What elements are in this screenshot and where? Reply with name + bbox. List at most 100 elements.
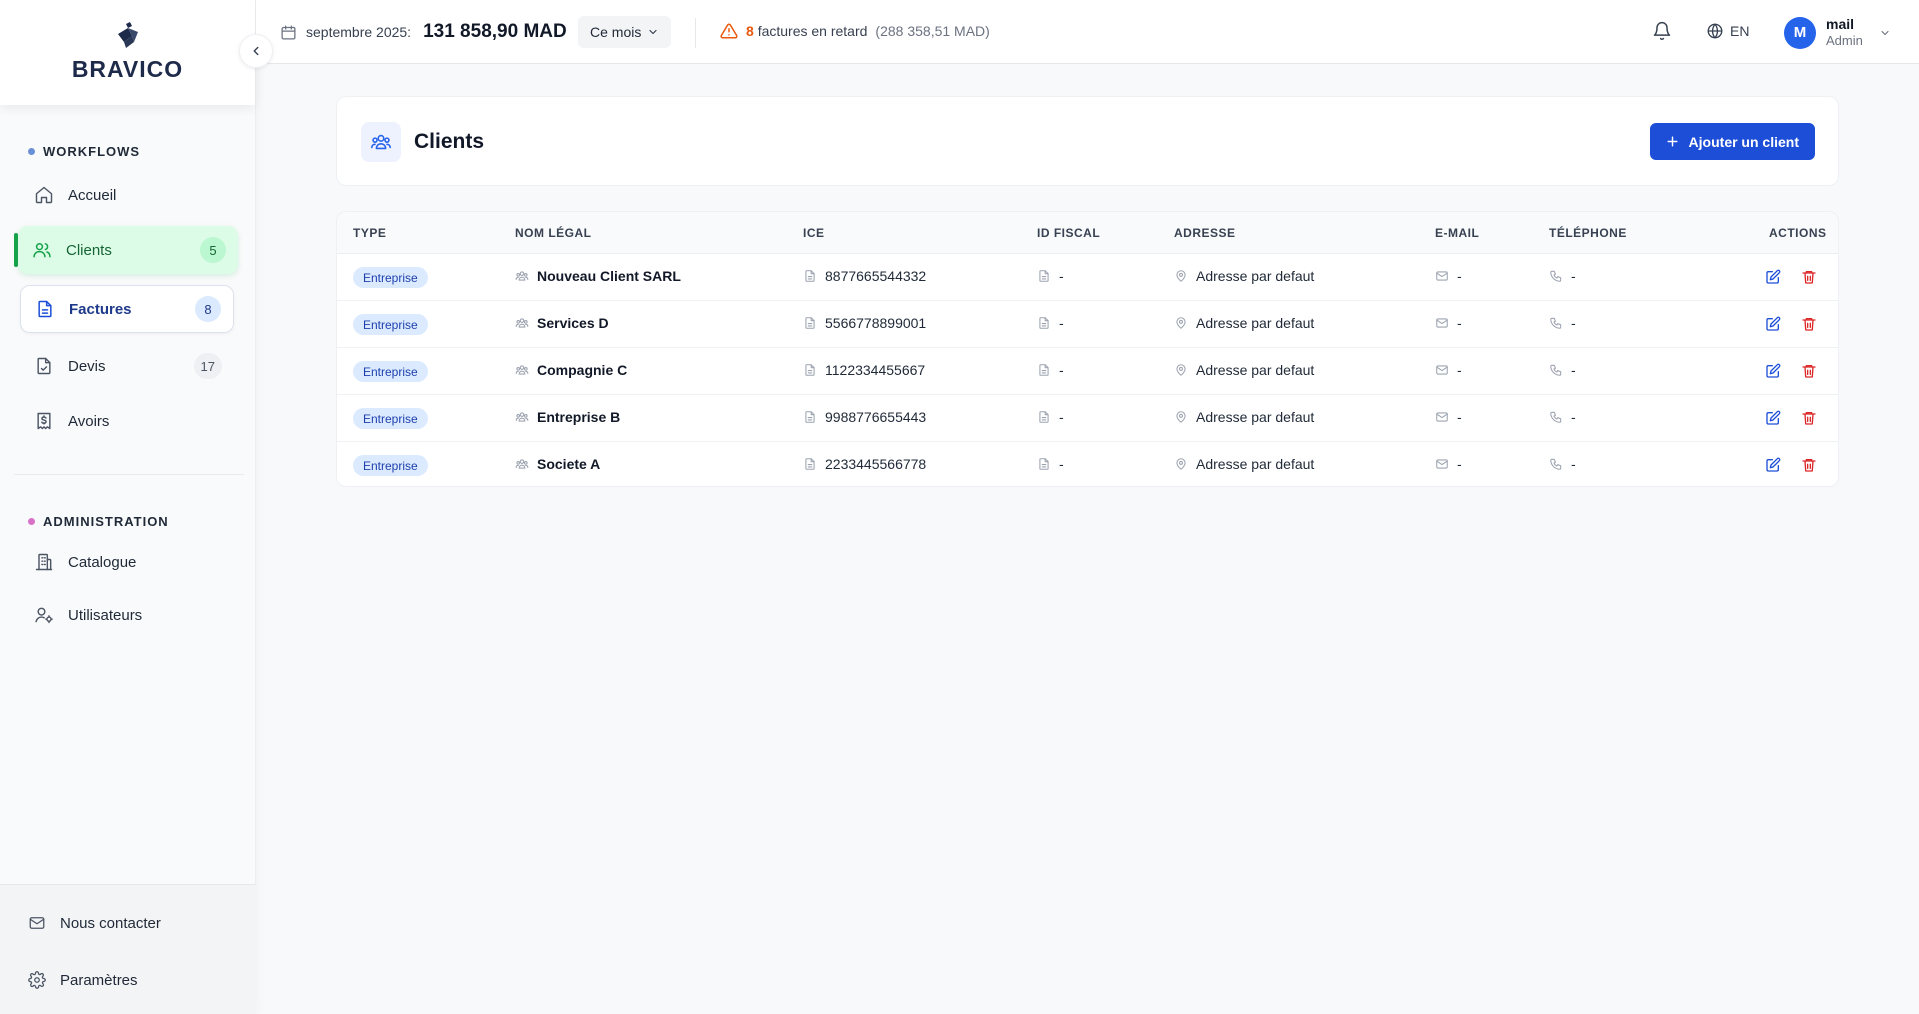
delete-client-button[interactable] xyxy=(1801,457,1817,473)
phone-icon xyxy=(1550,364,1562,376)
ice-value: 9988776655443 xyxy=(825,409,927,425)
period-select[interactable]: Ce mois xyxy=(578,16,672,48)
clients-count-badge: 5 xyxy=(200,237,226,263)
table-row[interactable]: Entreprise Entreprise B 9988776655443 - … xyxy=(337,395,1838,442)
client-name: Societe A xyxy=(537,456,601,472)
globe-icon xyxy=(1707,23,1723,39)
collapse-sidebar-button[interactable] xyxy=(239,34,273,68)
edit-client-button[interactable] xyxy=(1765,363,1781,379)
warning-icon xyxy=(720,23,738,39)
sidebar-item-label: Devis xyxy=(68,357,106,375)
document-icon xyxy=(805,411,815,423)
building-icon xyxy=(35,553,53,571)
cell-adresse: Adresse par defaut xyxy=(1174,409,1314,425)
table-row[interactable]: Entreprise Compagnie C 1122334455667 - A… xyxy=(337,348,1838,395)
cell-ice: 8877665544332 xyxy=(803,268,926,284)
document-icon xyxy=(805,364,815,376)
sidebar-item-clients[interactable]: Clients 5 xyxy=(18,226,238,274)
edit-client-button[interactable] xyxy=(1765,269,1781,285)
sidebar-item-factures[interactable]: Factures 8 xyxy=(20,285,234,333)
overdue-invoices-alert[interactable]: 8 factures en retard (288 358,51 MAD) xyxy=(720,22,990,40)
cell-nom-legal: Entreprise B xyxy=(515,409,620,425)
type-badge: Entreprise xyxy=(353,314,428,335)
cell-id-fiscal: - xyxy=(1037,456,1064,472)
sidebar-item-catalogue[interactable]: Catalogue xyxy=(20,538,234,586)
edit-client-button[interactable] xyxy=(1765,410,1781,426)
adresse-value: Adresse par defaut xyxy=(1196,362,1315,378)
adresse-value: Adresse par defaut xyxy=(1196,456,1315,472)
sidebar-item-utilisateurs[interactable]: Utilisateurs xyxy=(20,591,234,639)
edit-client-button[interactable] xyxy=(1765,457,1781,473)
brand-logo-icon xyxy=(117,22,138,48)
table-row[interactable]: Entreprise Societe A 2233445566778 - Adr… xyxy=(337,442,1838,486)
bell-icon xyxy=(1653,21,1671,41)
id-fiscal-value: - xyxy=(1059,268,1064,284)
chevron-down-icon xyxy=(1881,30,1889,35)
cell-email: - xyxy=(1435,268,1462,284)
revenue-summary: septembre 2025: 131 858,90 MAD xyxy=(280,21,567,43)
contact-link[interactable]: Nous contacter xyxy=(28,914,161,932)
sidebar-footer: Nous contacter Paramètres xyxy=(0,884,256,1014)
cell-telephone: - xyxy=(1549,362,1576,378)
page-title: Clients xyxy=(414,130,485,153)
sidebar-item-label: Accueil xyxy=(68,186,117,204)
mail-icon xyxy=(1436,365,1448,375)
mail-icon xyxy=(29,917,45,929)
mail-icon xyxy=(1436,318,1448,328)
mail-icon xyxy=(1436,412,1448,422)
client-name: Nouveau Client SARL xyxy=(537,268,681,284)
type-badge: Entreprise xyxy=(353,408,428,429)
phone-icon xyxy=(1550,458,1562,470)
calendar-icon xyxy=(281,24,296,40)
cell-email: - xyxy=(1435,456,1462,472)
overdue-text: factures en retard xyxy=(757,23,868,39)
brand-name: BRAVICO xyxy=(71,56,184,82)
type-badge: Entreprise xyxy=(353,361,428,382)
sidebar-item-avoirs[interactable]: Avoirs xyxy=(20,397,234,445)
delete-client-button[interactable] xyxy=(1801,316,1817,332)
sidebar: BRAVICO WORKFLOWS Accueil Clients 5 Fact… xyxy=(0,0,273,1014)
adresse-value: Adresse par defaut xyxy=(1196,409,1315,425)
edit-client-button[interactable] xyxy=(1765,316,1781,332)
phone-icon xyxy=(1550,317,1562,329)
table-row[interactable]: Entreprise Services D 5566778899001 - Ad… xyxy=(337,301,1838,348)
edit-icon xyxy=(1766,457,1781,472)
section-dot xyxy=(28,148,35,155)
settings-link[interactable]: Paramètres xyxy=(28,971,138,989)
plus-icon xyxy=(1667,136,1678,147)
avatar: M xyxy=(1784,16,1816,49)
ice-value: 2233445566778 xyxy=(825,456,927,472)
column-header-adresse: ADRESSE xyxy=(1174,226,1236,240)
cell-nom-legal: Compagnie C xyxy=(515,362,627,378)
ice-value: 1122334455667 xyxy=(825,362,926,378)
cell-telephone: - xyxy=(1549,456,1576,472)
cell-telephone: - xyxy=(1549,409,1576,425)
sidebar-item-devis[interactable]: Devis 17 xyxy=(20,342,234,390)
group-icon xyxy=(515,412,529,422)
id-fiscal-value: - xyxy=(1059,362,1064,378)
users-icon xyxy=(33,243,51,258)
top-bar: septembre 2025: 131 858,90 MAD Ce mois 8… xyxy=(256,0,1919,64)
trash-icon xyxy=(1802,412,1816,425)
table-row[interactable]: Entreprise Nouveau Client SARL 887766554… xyxy=(337,254,1838,301)
email-value: - xyxy=(1457,409,1462,425)
section-administration: ADMINISTRATION xyxy=(28,514,169,529)
client-name: Services D xyxy=(537,315,609,331)
notifications-button[interactable] xyxy=(1652,21,1672,41)
section-label: WORKFLOWS xyxy=(43,144,141,159)
gear-icon xyxy=(28,971,46,989)
trash-icon xyxy=(1802,459,1816,472)
user-gear-icon xyxy=(35,607,53,624)
telephone-value: - xyxy=(1571,409,1576,425)
sidebar-item-accueil[interactable]: Accueil xyxy=(20,171,234,219)
column-header-actions: ACTIONS xyxy=(1769,226,1827,240)
delete-client-button[interactable] xyxy=(1801,269,1817,285)
user-menu[interactable]: M mail Admin xyxy=(1784,16,1891,49)
edit-icon xyxy=(1766,363,1781,378)
delete-client-button[interactable] xyxy=(1801,410,1817,426)
id-fiscal-value: - xyxy=(1059,409,1064,425)
add-client-button[interactable]: Ajouter un client xyxy=(1649,123,1815,160)
delete-client-button[interactable] xyxy=(1801,363,1817,379)
trash-icon xyxy=(1802,318,1816,331)
language-switcher[interactable]: EN xyxy=(1706,22,1749,40)
